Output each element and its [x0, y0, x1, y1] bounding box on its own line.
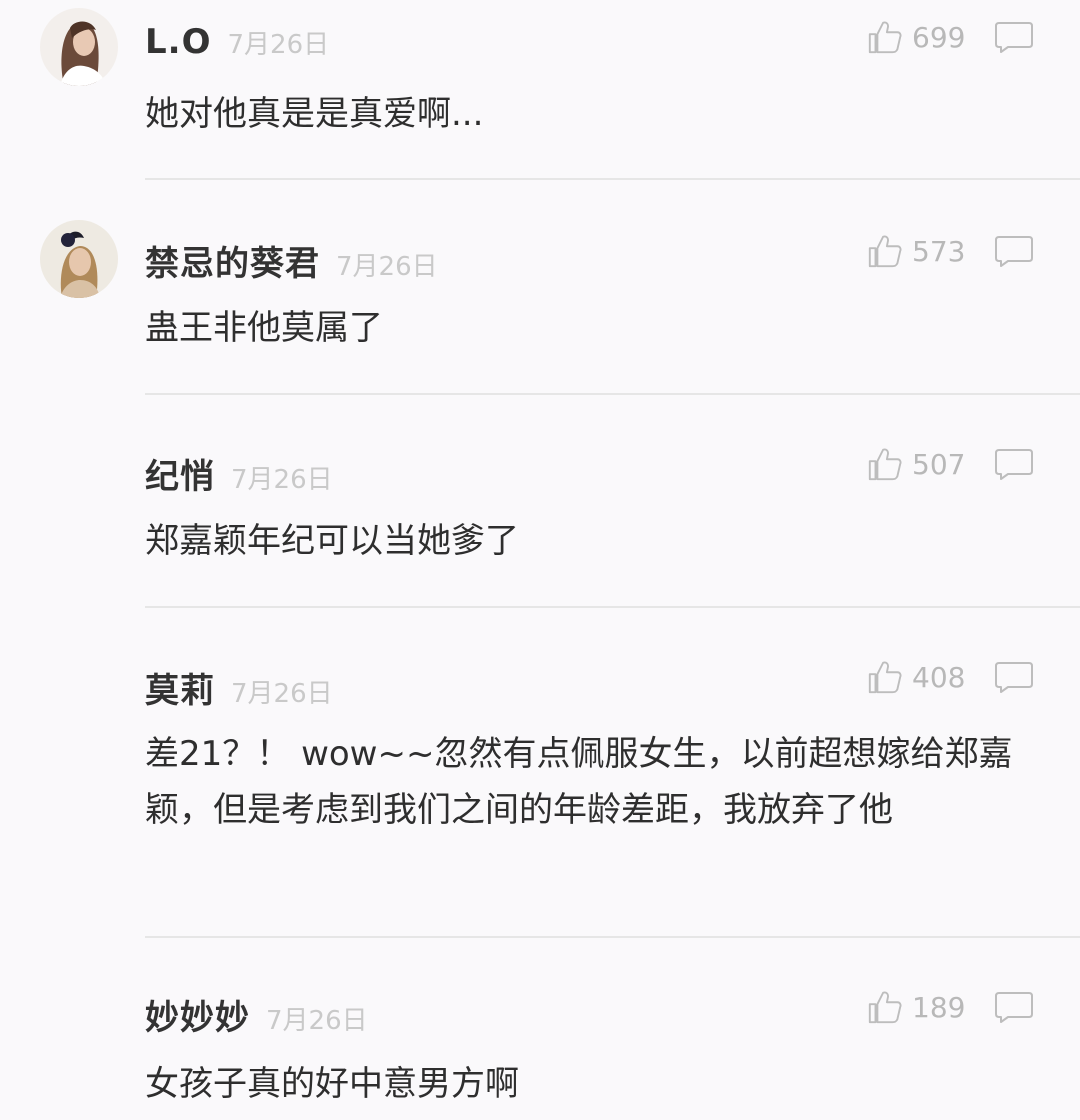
reply-button[interactable] [994, 19, 1034, 55]
like-count: 408 [912, 660, 966, 694]
comment-header: 妙妙妙 7月26日 [145, 990, 368, 1039]
comment-bubble-icon [995, 992, 1033, 1023]
user-avatar[interactable] [40, 8, 118, 86]
avatar-woman-fascinator-icon [40, 220, 118, 298]
comment-header: 纪悄 7月26日 [145, 449, 333, 498]
username[interactable]: 禁忌的葵君 [145, 236, 320, 285]
comment-item: 纪悄 7月26日 507 郑嘉颖年纪可以当她爹了 [0, 395, 1080, 608]
thumbs-up-icon [868, 448, 902, 481]
like-button[interactable]: 408 [866, 658, 966, 696]
comment-date: 7月26日 [266, 1006, 368, 1036]
comment-text: 郑嘉颖年纪可以当她爹了 [145, 521, 519, 561]
comment-item: 禁忌的葵君 7月26日 573 蛊王非他莫属了 [0, 182, 1080, 395]
username[interactable]: L.O [145, 22, 211, 62]
username[interactable]: 莫莉 [145, 663, 215, 712]
comment-bubble-icon [995, 236, 1033, 267]
comment-actions: 573 [866, 232, 1034, 270]
username[interactable]: 纪悄 [145, 449, 215, 498]
reply-button[interactable] [994, 446, 1034, 482]
like-count: 573 [912, 234, 966, 268]
comment-text: 她对他真是是真爱啊... [145, 94, 484, 134]
like-count: 507 [912, 447, 966, 481]
thumbs-up-icon [868, 991, 902, 1024]
comment-date: 7月26日 [227, 30, 330, 60]
comment-bubble-icon [995, 662, 1033, 693]
comment-actions: 507 [866, 445, 1034, 483]
reply-button[interactable] [994, 989, 1034, 1025]
like-count: 699 [912, 20, 966, 54]
comment-actions: 189 [866, 988, 1034, 1026]
username[interactable]: 妙妙妙 [145, 990, 250, 1039]
like-button[interactable]: 573 [866, 232, 966, 270]
like-button[interactable]: 189 [866, 988, 966, 1026]
comment-item: L.O 7月26日 699 她对他真是是真爱啊... [0, 0, 1080, 182]
thumbs-up-icon [868, 21, 902, 54]
like-button[interactable]: 699 [866, 18, 966, 56]
comment-text: 差21？！ wow~~忽然有点佩服女生，以前超想嫁给郑嘉颖，但是考虑到我们之间的… [145, 734, 1013, 830]
comment-date: 7月26日 [231, 679, 333, 709]
comment-text: 女孩子真的好中意男方啊 [145, 1064, 519, 1104]
reply-button[interactable] [994, 233, 1034, 269]
user-avatar[interactable] [40, 220, 118, 298]
comment-actions: 699 [866, 18, 1034, 56]
comment-bubble-icon [995, 22, 1033, 53]
comment-text: 蛊王非他莫属了 [145, 308, 383, 348]
avatar-woman-long-hair-icon [40, 8, 118, 86]
comment-list: L.O 7月26日 699 她对他真是是真爱啊... 禁忌的葵君 7月26日 5… [0, 0, 1080, 1120]
thumbs-up-icon [868, 235, 902, 268]
comment-header: 莫莉 7月26日 [145, 663, 333, 712]
comment-actions: 408 [866, 658, 1034, 696]
comment-bubble-icon [995, 449, 1033, 480]
like-count: 189 [912, 990, 966, 1024]
comment-header: L.O 7月26日 [145, 22, 329, 62]
comment-item: 妙妙妙 7月26日 189 女孩子真的好中意男方啊 [0, 938, 1080, 1120]
thumbs-up-icon [868, 661, 902, 694]
divider [145, 178, 1080, 180]
comment-date: 7月26日 [231, 465, 333, 495]
comment-item: 莫莉 7月26日 408 差21？！ wow~~忽然有点佩服女生，以前超想嫁给郑… [0, 608, 1080, 938]
like-button[interactable]: 507 [866, 445, 966, 483]
reply-button[interactable] [994, 659, 1034, 695]
comment-date: 7月26日 [336, 252, 438, 282]
comment-header: 禁忌的葵君 7月26日 [145, 236, 438, 285]
